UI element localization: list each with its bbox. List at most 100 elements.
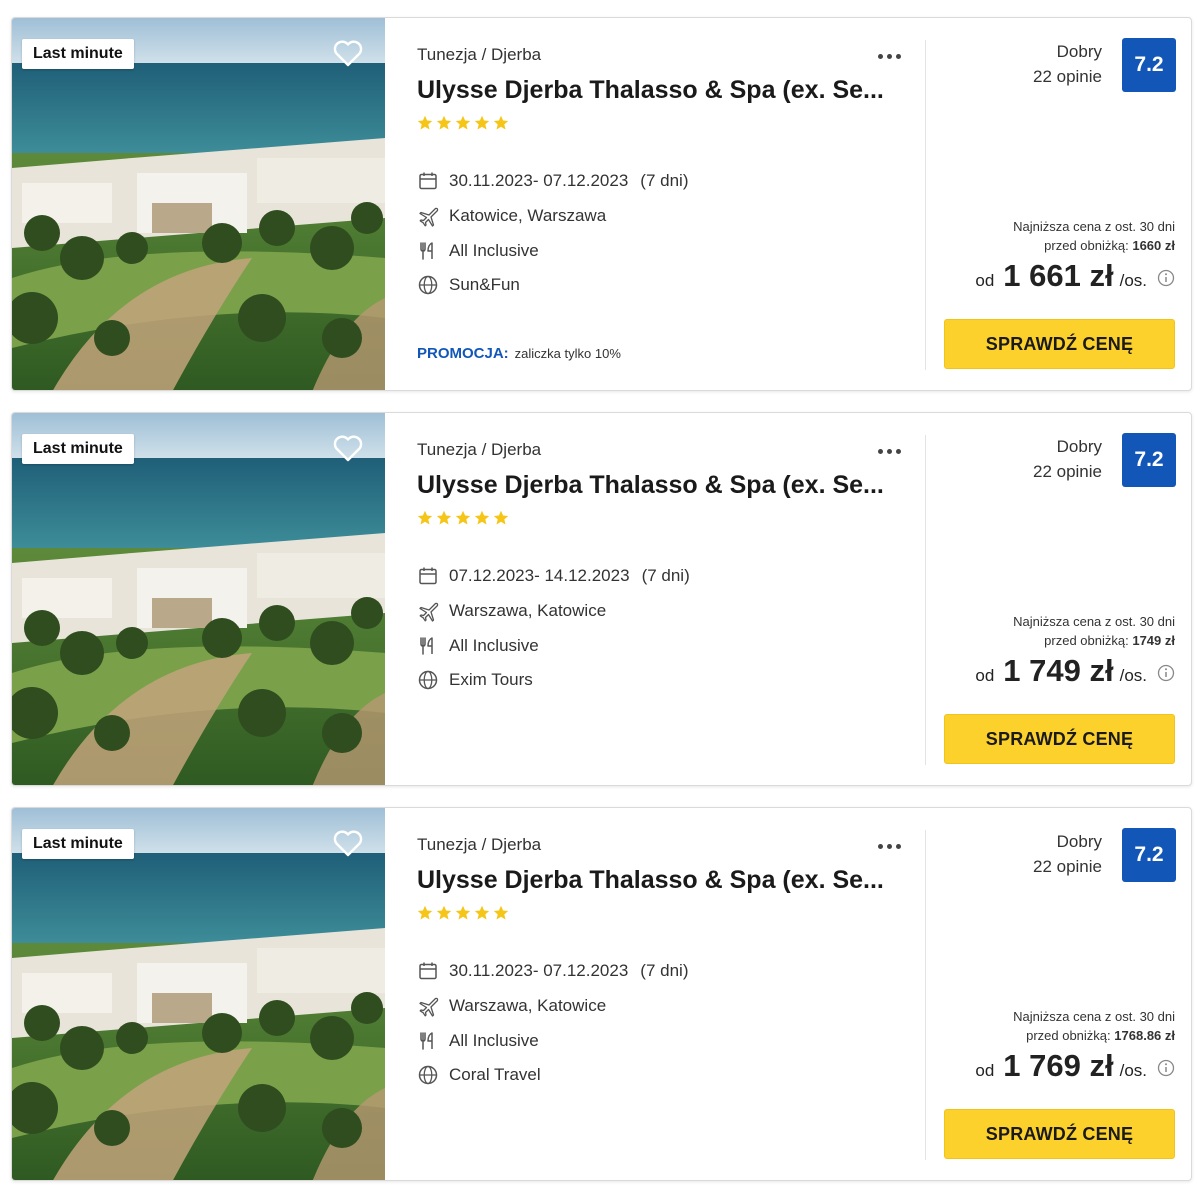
last-minute-badge: Last minute — [22, 434, 134, 464]
rating-label: Dobry — [1056, 42, 1102, 61]
more-dots-icon[interactable] — [875, 832, 905, 852]
tour-operator: Exim Tours — [449, 670, 533, 689]
travel-dates: 30.11.2023- 07.12.2023 — [449, 171, 629, 190]
info-icon[interactable] — [1157, 1059, 1175, 1077]
destination-breadcrumb[interactable]: Tunezja / Djerba — [417, 440, 541, 460]
plane-icon — [419, 207, 439, 227]
check-price-button[interactable]: SPRAWDŹ CENĘ — [944, 319, 1175, 369]
price-amount: 1 749 zł — [1003, 653, 1114, 688]
lowest-price-value: 1660 zł — [1132, 238, 1175, 253]
star-icon — [493, 905, 509, 920]
cutlery-icon — [420, 242, 433, 260]
offer-card[interactable]: Last minute Tunezja / Djerba Ulysse Djer… — [11, 807, 1192, 1181]
travel-dates: 07.12.2023- 14.12.2023 — [449, 566, 630, 585]
cutlery-icon — [420, 637, 433, 655]
price-per-person: /os. — [1119, 666, 1147, 685]
trip-duration: (7 dni) — [641, 566, 690, 585]
offer-card[interactable]: Last minute Tunezja / Djerba Ulysse Djer… — [11, 17, 1192, 391]
heart-icon[interactable] — [332, 828, 364, 858]
heart-icon[interactable] — [332, 433, 364, 463]
heart-icon[interactable] — [332, 38, 364, 68]
hotel-photo-image — [12, 808, 385, 1180]
hotel-photo-image — [12, 413, 385, 785]
price-per-person: /os. — [1119, 1061, 1147, 1080]
reviews-count[interactable]: 22 opinie — [1033, 67, 1102, 87]
lowest-price-caption: Najniższa cena z ost. 30 dni — [1013, 1009, 1175, 1024]
departure-row: Warszawa, Katowice — [417, 994, 606, 1018]
calendar-icon — [419, 962, 437, 980]
rating-label: Dobry — [1056, 437, 1102, 456]
reviews-count[interactable]: 22 opinie — [1033, 857, 1102, 877]
promo-line: PROMOCJA: zaliczka tylko 10% — [417, 345, 621, 362]
star-icon — [436, 115, 452, 130]
globe-icon — [418, 1065, 438, 1085]
travel-dates: 30.11.2023- 07.12.2023 — [449, 961, 629, 980]
info-icon[interactable] — [1157, 664, 1175, 682]
hotel-photo[interactable]: Last minute — [12, 413, 385, 785]
lowest-price-prefix: przed obniżką: — [1044, 633, 1129, 648]
rating-score-badge: 7.2 — [1122, 38, 1176, 92]
offer-card[interactable]: Last minute Tunezja / Djerba Ulysse Djer… — [11, 412, 1192, 786]
check-price-button[interactable]: SPRAWDŹ CENĘ — [944, 714, 1175, 764]
cutlery-icon — [420, 1032, 433, 1050]
star-icon — [417, 905, 433, 920]
dates-row: 07.12.2023- 14.12.2023 (7 dni) — [417, 564, 690, 588]
price-prefix: od — [975, 271, 995, 290]
lowest-price-note: Najniższa cena z ost. 30 dni przed obniż… — [1013, 1007, 1175, 1045]
departure-cities: Katowice, Warszawa — [449, 206, 607, 225]
departure-cities: Warszawa, Katowice — [449, 996, 607, 1015]
star-icon — [474, 510, 490, 525]
rating-label: Dobry — [1056, 832, 1102, 851]
departure-row: Warszawa, Katowice — [417, 599, 606, 623]
hotel-name[interactable]: Ulysse Djerba Thalasso & Spa (ex. Se... — [417, 866, 892, 895]
star-icon — [455, 905, 471, 920]
reviews-count[interactable]: 22 opinie — [1033, 462, 1102, 482]
destination-breadcrumb[interactable]: Tunezja / Djerba — [417, 45, 541, 65]
plane-icon — [419, 602, 439, 622]
board-type: All Inclusive — [449, 636, 539, 655]
card-divider — [925, 830, 926, 1160]
hotel-photo-image — [12, 18, 385, 390]
offer-info: Tunezja / Djerba Ulysse Djerba Thalasso … — [417, 808, 912, 1180]
lowest-price-note: Najniższa cena z ost. 30 dni przed obniż… — [1013, 217, 1175, 255]
calendar-icon — [419, 172, 437, 190]
check-price-button[interactable]: SPRAWDŹ CENĘ — [944, 1109, 1175, 1159]
board-type: All Inclusive — [449, 1031, 539, 1050]
star-icon — [493, 115, 509, 130]
destination-breadcrumb[interactable]: Tunezja / Djerba — [417, 835, 541, 855]
hotel-stars — [417, 905, 509, 923]
hotel-photo[interactable]: Last minute — [12, 808, 385, 1180]
star-icon — [474, 115, 490, 130]
star-icon — [455, 510, 471, 525]
operator-row: Exim Tours — [417, 668, 533, 692]
star-icon — [417, 115, 433, 130]
rating-score-badge: 7.2 — [1122, 433, 1176, 487]
offer-info: Tunezja / Djerba Ulysse Djerba Thalasso … — [417, 413, 912, 785]
hotel-name[interactable]: Ulysse Djerba Thalasso & Spa (ex. Se... — [417, 76, 892, 105]
dates-row: 30.11.2023- 07.12.2023 (7 dni) — [417, 959, 688, 983]
star-icon — [436, 905, 452, 920]
more-dots-icon[interactable] — [875, 42, 905, 62]
info-icon[interactable] — [1157, 269, 1175, 287]
card-divider — [925, 40, 926, 370]
hotel-name[interactable]: Ulysse Djerba Thalasso & Spa (ex. Se... — [417, 471, 892, 500]
hotel-photo[interactable]: Last minute — [12, 18, 385, 390]
board-row: All Inclusive — [417, 1029, 539, 1053]
operator-row: Coral Travel — [417, 1063, 541, 1087]
lowest-price-prefix: przed obniżką: — [1044, 238, 1129, 253]
tour-operator: Sun&Fun — [449, 275, 520, 294]
board-type: All Inclusive — [449, 241, 539, 260]
price-amount: 1 769 zł — [1003, 1048, 1114, 1083]
dates-row: 30.11.2023- 07.12.2023 (7 dni) — [417, 169, 688, 193]
price-prefix: od — [975, 666, 995, 685]
board-row: All Inclusive — [417, 634, 539, 658]
star-icon — [436, 510, 452, 525]
board-row: All Inclusive — [417, 239, 539, 263]
more-dots-icon[interactable] — [875, 437, 905, 457]
lowest-price-caption: Najniższa cena z ost. 30 dni — [1013, 614, 1175, 629]
tour-operator: Coral Travel — [449, 1065, 541, 1084]
calendar-icon — [419, 567, 437, 585]
star-icon — [455, 115, 471, 130]
star-icon — [493, 510, 509, 525]
globe-icon — [418, 275, 438, 295]
